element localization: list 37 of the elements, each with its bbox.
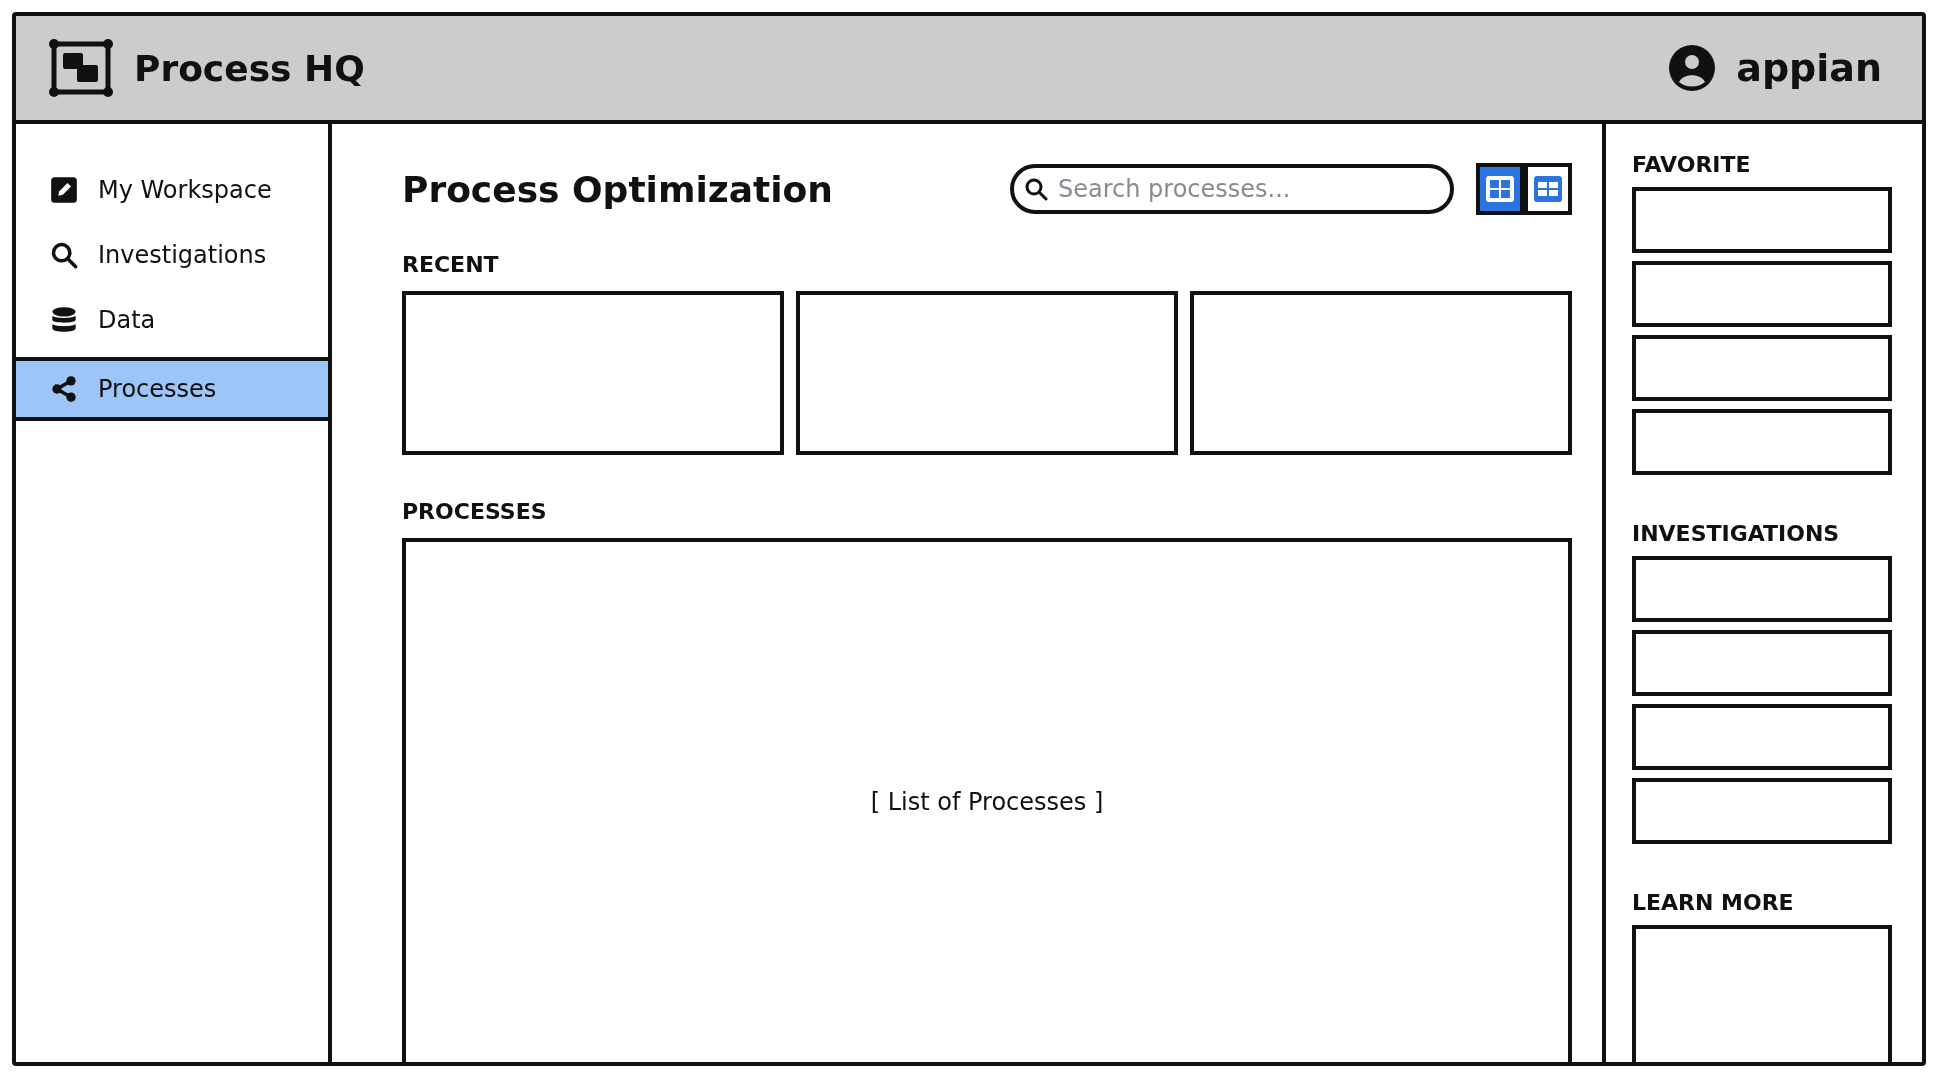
learn-more-card[interactable] xyxy=(1632,925,1892,1062)
user-avatar-icon[interactable] xyxy=(1668,44,1717,92)
search-icon xyxy=(50,241,78,269)
grid-icon xyxy=(1532,174,1564,204)
search-field[interactable]: Search processes... xyxy=(1010,164,1454,214)
section-label: PROCESSES xyxy=(402,499,548,524)
section-label: INVESTIGATIONS xyxy=(1632,521,1841,546)
pencil-icon xyxy=(50,176,78,204)
list-card[interactable] xyxy=(1632,187,1892,253)
search-icon xyxy=(1024,177,1048,201)
page-title: Process Optimization xyxy=(402,168,833,210)
app-title: Process HQ xyxy=(134,47,365,89)
list-card[interactable] xyxy=(1632,261,1892,327)
logo-icon xyxy=(48,38,114,98)
list-card[interactable] xyxy=(1632,556,1892,622)
grid-icon xyxy=(1484,174,1516,204)
share-icon xyxy=(50,375,78,403)
sidebar-item[interactable]: Data xyxy=(16,292,328,348)
list-placeholder-text: [ List of Processes ] xyxy=(870,788,1104,816)
list-card[interactable] xyxy=(1632,630,1892,696)
list-card[interactable] xyxy=(1632,335,1892,401)
list-card[interactable] xyxy=(1632,704,1892,770)
sidebar-item[interactable]: My Workspace xyxy=(16,162,328,218)
recent-card[interactable] xyxy=(402,291,784,455)
section-label: LEARN MORE xyxy=(1632,890,1795,915)
section-label: FAVORITE xyxy=(1632,152,1752,177)
view-toggle-button[interactable] xyxy=(1476,163,1524,215)
list-card[interactable] xyxy=(1632,409,1892,475)
sidebar-item[interactable]: Processes xyxy=(16,357,328,421)
recent-card[interactable] xyxy=(1190,291,1572,455)
view-toggle-button[interactable] xyxy=(1524,163,1572,215)
brand-name: appian xyxy=(1736,46,1882,90)
database-icon xyxy=(50,306,78,334)
section-label: RECENT xyxy=(402,252,500,277)
list-card[interactable] xyxy=(1632,778,1892,844)
sidebar-item[interactable]: Investigations xyxy=(16,227,328,283)
recent-card[interactable] xyxy=(796,291,1178,455)
